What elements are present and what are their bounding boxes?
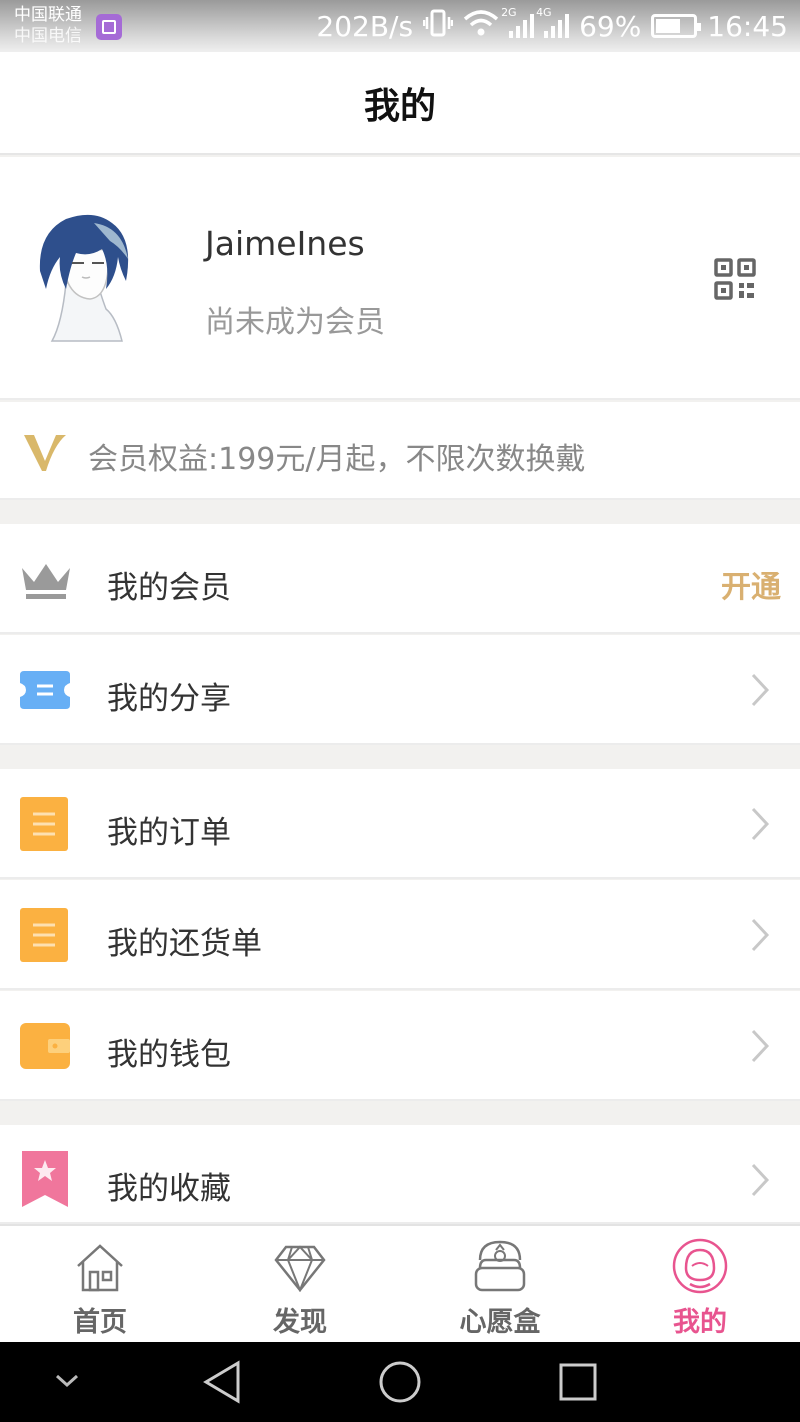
bookmark-star-icon <box>22 1151 68 1207</box>
menu-item-share[interactable]: 我的分享 <box>0 635 800 745</box>
username: JaimeInes <box>205 224 365 263</box>
qr-code-icon[interactable] <box>714 258 756 300</box>
vibrate-icon <box>422 9 454 44</box>
chevron-right-icon <box>751 807 770 841</box>
member-benefits-banner[interactable]: 会员权益:199元/月起，不限次数换戴 <box>0 402 800 500</box>
menu-item-orders[interactable]: 我的订单 <box>0 769 800 879</box>
network-type-label: 2G <box>501 6 517 19</box>
tab-label: 心愿盒 <box>459 1307 541 1338</box>
chevron-right-icon <box>751 1029 770 1063</box>
status-bar: 中国联通 中国电信 202B/s 2G 4G 69% 16:45 <box>0 0 800 52</box>
gallery-notification-icon <box>96 14 122 40</box>
menu-label: 我的钱包 <box>107 1037 231 1073</box>
battery-icon <box>651 14 702 38</box>
tab-mine[interactable]: 我的 <box>600 1226 800 1344</box>
tab-wishbox[interactable]: 心愿盒 <box>400 1226 600 1344</box>
tab-label: 发现 <box>273 1307 327 1338</box>
menu-label: 我的订单 <box>107 815 231 851</box>
menu-item-wallet[interactable]: 我的钱包 <box>0 991 800 1101</box>
member-benefits-text: 会员权益:199元/月起，不限次数换戴 <box>88 442 586 477</box>
diamond-icon <box>274 1245 326 1292</box>
menu-label: 我的会员 <box>107 570 231 606</box>
menu-label: 我的分享 <box>107 681 231 717</box>
user-profile-icon <box>672 1238 728 1294</box>
menu-label: 我的收藏 <box>107 1171 231 1207</box>
wifi-icon <box>463 9 499 44</box>
menu-item-favorites[interactable]: 我的收藏 <box>0 1125 800 1224</box>
tab-label: 首页 <box>73 1307 127 1338</box>
profile-card[interactable]: JaimeInes 尚未成为会员 <box>0 157 800 400</box>
hide-nav-chevron-icon[interactable] <box>54 1372 80 1390</box>
bottom-tab-bar: 首页 发现 心愿盒 我的 <box>0 1224 800 1342</box>
member-status: 尚未成为会员 <box>205 305 385 340</box>
home-icon <box>77 1244 123 1292</box>
tab-home[interactable]: 首页 <box>0 1226 200 1344</box>
avatar[interactable] <box>36 213 132 345</box>
home-circle-icon[interactable] <box>378 1360 422 1404</box>
chevron-right-icon <box>751 1163 770 1197</box>
chevron-right-icon <box>751 918 770 952</box>
page-title: 我的 <box>363 85 436 127</box>
order-document-icon <box>20 797 68 851</box>
ring-box-icon <box>474 1240 526 1292</box>
battery-percent: 69% <box>579 9 642 43</box>
return-document-icon <box>20 908 68 962</box>
signal-4g-icon: 4G <box>536 6 570 38</box>
menu-label: 我的还货单 <box>107 926 262 962</box>
tab-label: 我的 <box>673 1307 727 1338</box>
system-navigation-bar <box>0 1342 800 1422</box>
ticket-icon <box>20 671 70 709</box>
carrier-name: 中国联通 <box>14 5 82 25</box>
menu-item-membership[interactable]: 我的会员 开通 <box>0 524 800 634</box>
clock: 16:45 <box>707 9 788 43</box>
network-type-label: 4G <box>536 6 552 19</box>
recent-apps-icon[interactable] <box>558 1362 598 1402</box>
back-icon[interactable] <box>202 1360 242 1404</box>
crown-icon <box>22 564 70 599</box>
carrier-name-secondary: 中国电信 <box>14 26 82 46</box>
network-speed: 202B/s <box>316 9 414 43</box>
tab-discover[interactable]: 发现 <box>200 1226 400 1344</box>
menu-item-returns[interactable]: 我的还货单 <box>0 880 800 990</box>
page-header: 我的 <box>0 52 800 155</box>
signal-2g-icon: 2G <box>501 6 535 38</box>
vip-v-icon <box>24 435 66 471</box>
activate-membership-button[interactable]: 开通 <box>721 562 781 606</box>
wallet-icon <box>20 1023 70 1069</box>
chevron-right-icon <box>751 673 770 707</box>
